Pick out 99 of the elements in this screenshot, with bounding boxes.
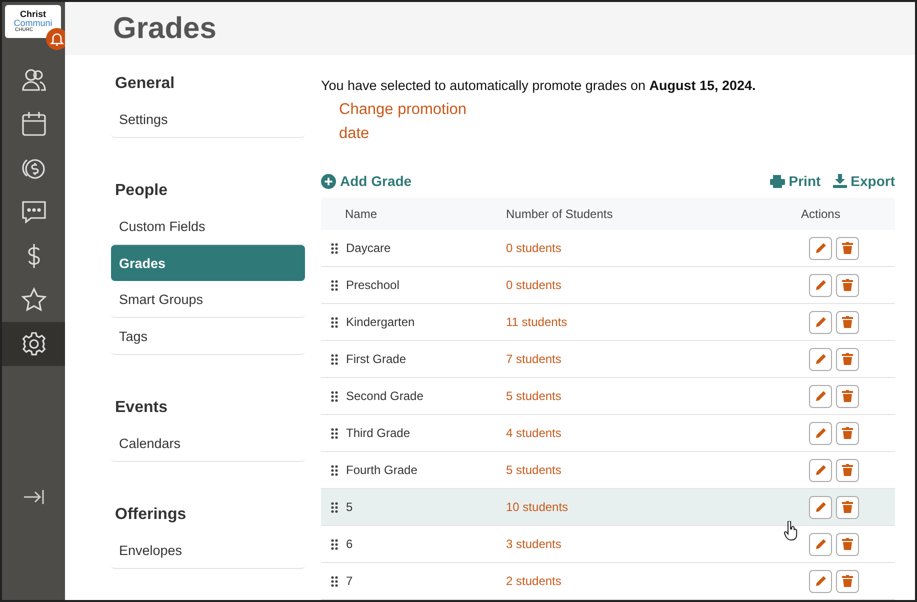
- drag-handle-icon[interactable]: [331, 538, 338, 550]
- edit-button[interactable]: [809, 274, 832, 296]
- grade-name: Preschool: [346, 278, 400, 292]
- chat-icon[interactable]: [20, 199, 46, 225]
- settings-icon[interactable]: [20, 331, 46, 357]
- trash-icon: [842, 279, 853, 291]
- edit-button[interactable]: [809, 458, 832, 482]
- student-count[interactable]: 5 students: [506, 463, 775, 477]
- delete-button[interactable]: [836, 458, 859, 482]
- star-icon[interactable]: [20, 287, 46, 313]
- delete-button[interactable]: [836, 348, 859, 370]
- grade-name: 7: [346, 574, 353, 588]
- grade-name: Daycare: [346, 241, 391, 255]
- drag-handle-icon[interactable]: [331, 502, 338, 512]
- column-header: Actions: [800, 207, 842, 221]
- drag-handle-icon[interactable]: [331, 280, 338, 290]
- nav-heading: Events: [114, 398, 168, 418]
- student-count[interactable]: 11 students: [506, 315, 775, 329]
- trash-icon: [842, 464, 853, 476]
- grade-name: Fourth Grade: [346, 463, 418, 477]
- nav-item[interactable]: Envelopes: [111, 532, 305, 569]
- edit-button[interactable]: [809, 310, 832, 334]
- grade-name: Kindergarten: [346, 315, 415, 329]
- student-count[interactable]: 4 students: [506, 426, 775, 440]
- pencil-icon: [814, 501, 826, 513]
- change-date-link[interactable]: Change promotion date: [339, 98, 489, 146]
- delete-button[interactable]: [836, 496, 859, 518]
- drag-handle-icon[interactable]: [331, 576, 338, 586]
- trash-icon: [842, 242, 853, 254]
- nav-item[interactable]: Smart Groups: [111, 281, 305, 318]
- grade-name: 5: [346, 500, 353, 514]
- nav-heading: Offerings: [114, 505, 188, 525]
- drag-handle-icon[interactable]: [331, 464, 338, 476]
- pencil-icon: [814, 390, 826, 402]
- pencil-icon: [814, 353, 826, 365]
- student-count[interactable]: 7 students: [506, 352, 775, 366]
- delete-button[interactable]: [836, 570, 859, 592]
- student-count[interactable]: 2 students: [506, 574, 775, 588]
- grade-name: Third Grade: [346, 426, 410, 440]
- trash-icon: [842, 575, 853, 587]
- page-title: Grades: [113, 12, 216, 46]
- edit-button[interactable]: [809, 236, 832, 260]
- nav-item[interactable]: Tags: [111, 318, 305, 355]
- pencil-icon: [814, 575, 826, 587]
- drag-handle-icon[interactable]: [331, 242, 338, 254]
- pencil-icon: [814, 316, 826, 328]
- print-button[interactable]: Print: [770, 173, 821, 189]
- student-count[interactable]: 3 students: [506, 537, 775, 551]
- delete-button[interactable]: [836, 310, 859, 334]
- edit-button[interactable]: [809, 496, 832, 518]
- nav-item[interactable]: Grades: [111, 245, 305, 281]
- trash-icon: [842, 427, 853, 439]
- add-grade-button[interactable]: Add Grade: [321, 173, 412, 189]
- column-header: Number of Students: [506, 207, 614, 221]
- printer-icon: [770, 174, 785, 188]
- trash-icon: [842, 316, 853, 328]
- nav-heading: General: [114, 74, 176, 94]
- nav-heading: People: [114, 181, 168, 201]
- student-count[interactable]: 10 students: [506, 500, 775, 514]
- promotion-notice: You have selected to automatically promote grades on August 15, 2024. Change promotion date: [321, 74, 895, 146]
- sidebar-item[interactable]: [2, 322, 65, 366]
- pencil-icon: [814, 464, 826, 476]
- trash-icon: [842, 390, 853, 402]
- people-icon[interactable]: [20, 67, 46, 93]
- edit-button[interactable]: [809, 348, 832, 370]
- drag-handle-icon[interactable]: [331, 428, 338, 438]
- delete-button[interactable]: [836, 532, 859, 556]
- drag-handle-icon[interactable]: [331, 390, 338, 402]
- edit-button[interactable]: [809, 384, 832, 408]
- drag-handle-icon[interactable]: [331, 354, 338, 364]
- edit-button[interactable]: [809, 532, 832, 556]
- nav-item[interactable]: Calendars: [111, 425, 305, 462]
- pencil-icon: [814, 242, 826, 254]
- export-button[interactable]: Export: [832, 173, 895, 189]
- trash-icon: [842, 538, 853, 550]
- calendar-icon[interactable]: [20, 111, 46, 137]
- grade-name: Second Grade: [346, 389, 424, 403]
- student-count[interactable]: 0 students: [506, 241, 775, 255]
- pencil-icon: [814, 279, 826, 291]
- student-count[interactable]: 0 students: [506, 278, 775, 292]
- nav-item[interactable]: Settings: [111, 101, 305, 138]
- delete-button[interactable]: [836, 384, 859, 408]
- drag-handle-icon[interactable]: [331, 316, 338, 328]
- grade-name: 6: [346, 537, 353, 551]
- download-icon: [832, 174, 847, 188]
- trash-icon: [842, 353, 853, 365]
- plus-icon: [321, 174, 336, 188]
- delete-button[interactable]: [836, 236, 859, 260]
- grade-name: First Grade: [346, 352, 406, 366]
- student-count[interactable]: 5 students: [506, 389, 775, 403]
- delete-button[interactable]: [836, 422, 859, 444]
- edit-button[interactable]: [809, 422, 832, 444]
- delete-button[interactable]: [836, 274, 859, 296]
- trash-icon: [842, 501, 853, 513]
- edit-button[interactable]: [809, 570, 832, 592]
- column-header: Name: [344, 207, 378, 221]
- pencil-icon: [814, 538, 826, 550]
- pencil-icon: [814, 427, 826, 439]
- collapse-icon[interactable]: [22, 489, 44, 505]
